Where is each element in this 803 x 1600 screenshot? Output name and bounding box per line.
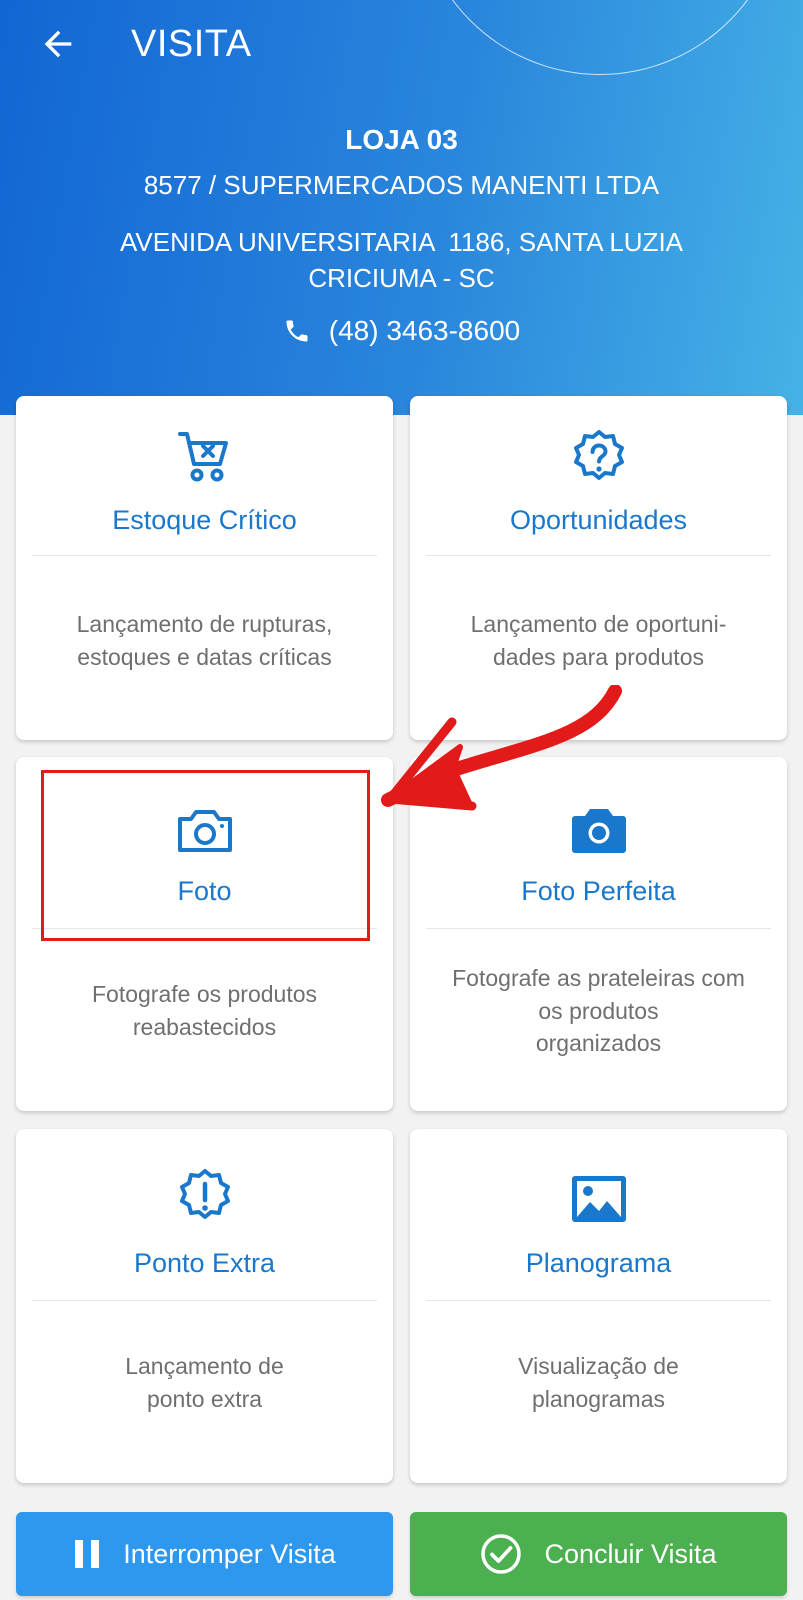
card-divider [32,1300,377,1301]
visit-header: VISITA LOJA 03 8577 / SUPERMERCADOS MANE… [0,0,803,415]
arrow-back-icon [44,30,72,58]
alert-badge-icon [179,1169,230,1219]
card-planograma[interactable]: Planograma Visualização de planogramas [410,1129,787,1483]
card-title: Planograma [525,1248,672,1278]
card-title: Ponto Extra [133,1248,276,1278]
interrupt-visit-button[interactable]: Interromper Visita [16,1512,393,1596]
pause-icon [75,1540,100,1568]
phone-icon [286,320,308,342]
check-circle-icon [481,1534,522,1574]
store-city: CRICIUMA - SC [308,263,495,293]
decorative-circle [415,0,785,75]
card-divider [426,1300,771,1301]
card-description: Visualização de planogramas [518,1353,679,1412]
card-foto-perfeita[interactable]: Foto Perfeita Fotografe as prateleiras c… [410,757,787,1111]
card-divider [32,928,377,929]
card-title: Foto [177,876,232,906]
store-phone[interactable]: (48) 3463-8600 [0,311,803,351]
store-name: LOJA 03 [345,124,458,155]
finish-visit-label: Concluir Visita [544,1538,717,1569]
interrupt-visit-label: Interromper Visita [123,1538,336,1569]
page-title: VISITA [131,23,252,65]
card-foto[interactable]: Foto Fotografe os produtos reabastecidos [16,757,393,1111]
store-address: AVENIDA UNIVERSITARIA 1186, SANTA LUZIA [119,227,684,257]
card-ponto-extra[interactable]: Ponto Extra Lançamento de ponto extra [16,1129,393,1483]
card-description: Fotografe os produtos reabastecidos [91,981,318,1040]
card-description: Lançamento de ponto extra [125,1353,284,1412]
question-badge-icon [573,430,624,480]
card-divider [426,928,771,929]
card-description: Lançamento de oportuni- dades para produ… [470,611,727,670]
card-title: Estoque Crítico [112,505,297,535]
camera-filled-icon [571,809,626,853]
card-description: Fotografe as prateleiras com os produtos… [452,965,745,1056]
camera-outline-icon [177,810,232,852]
phone-number: (48) 3463-8600 [328,315,521,346]
card-description: Lançamento de rupturas, estoques e datas… [76,611,333,670]
card-title: Oportunidades [509,505,688,535]
card-title: Foto Perfeita [521,876,676,906]
store-company: 8577 / SUPERMERCADOS MANENTI LTDA [143,170,660,200]
card-divider [32,555,377,556]
image-icon [571,1176,626,1222]
card-estoque-critico[interactable]: Estoque Crítico Lançamento de rupturas, … [16,396,393,740]
finish-visit-button[interactable]: Concluir Visita [410,1512,787,1596]
cart-remove-icon [177,432,228,482]
card-divider [426,555,771,556]
card-oportunidades[interactable]: Oportunidades Lançamento de oportuni- da… [410,396,787,740]
back-button[interactable] [30,20,86,68]
